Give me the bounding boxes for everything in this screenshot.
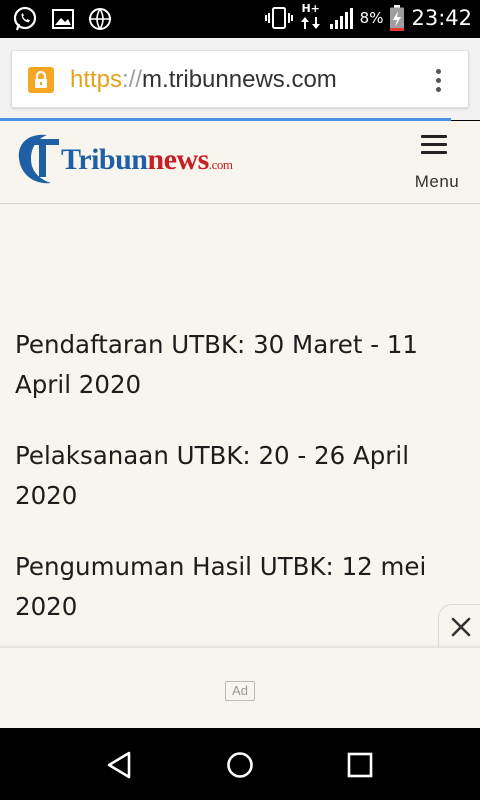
- battery-percent: 8%: [359, 9, 384, 27]
- url-separator: ://: [122, 66, 143, 93]
- article-paragraph: Pengumuman Hasil UTBK: 12 mei 2020: [15, 552, 427, 621]
- tribunnews-logo[interactable]: Tribunnews.com: [15, 129, 233, 189]
- url-text[interactable]: https://m.tribunnews.com: [70, 66, 337, 94]
- lock-icon[interactable]: [28, 67, 54, 93]
- web-page: Tribunnews.com Menu Pendaftaran UTBK: 30…: [0, 121, 480, 728]
- close-icon: [451, 617, 471, 637]
- url-scheme: https: [70, 66, 123, 93]
- data-arrows-icon: [300, 17, 320, 29]
- status-right-icons: H+ 8% 23:42: [264, 3, 472, 32]
- logo-wordmark: Tribunnews.com: [61, 143, 233, 176]
- hamburger-icon: [421, 135, 447, 155]
- network-type: H+: [300, 3, 322, 32]
- battery-charging-icon: [390, 5, 405, 31]
- whatsapp-icon: [13, 6, 37, 31]
- back-icon[interactable]: [105, 750, 135, 780]
- article-body: Pendaftaran UTBK: 30 Maret - 11 April 20…: [15, 325, 455, 658]
- menu-label: Menu: [414, 172, 460, 191]
- overflow-menu-icon[interactable]: [436, 69, 442, 93]
- article-paragraph: Pelaksanaan UTBK: 20 - 26 April 2020: [15, 441, 409, 510]
- system-nav-bar: [0, 728, 480, 800]
- status-bar: H+ 8% 23:42: [0, 0, 480, 38]
- status-time: 23:42: [411, 6, 472, 30]
- address-bar[interactable]: https://m.tribunnews.com: [11, 50, 469, 108]
- ad-close-button[interactable]: [438, 604, 480, 648]
- article-paragraph: Pendaftaran UTBK: 30 Maret - 11 April 20…: [15, 330, 419, 399]
- url-host: m.tribunnews.com: [142, 66, 337, 93]
- signal-icon: [329, 8, 353, 29]
- vibrate-icon: [264, 7, 293, 29]
- status-left-icons: [12, 6, 112, 32]
- ad-label: Ad: [225, 681, 255, 701]
- browser-toolbar: https://m.tribunnews.com: [0, 38, 480, 121]
- site-header: Tribunnews.com Menu: [0, 121, 480, 204]
- recents-icon[interactable]: [345, 750, 375, 780]
- menu-button[interactable]: Menu: [406, 131, 462, 193]
- globe-icon: [89, 8, 111, 30]
- home-icon[interactable]: [225, 750, 255, 780]
- ad-banner[interactable]: Ad: [0, 647, 480, 728]
- gallery-icon: [52, 9, 74, 29]
